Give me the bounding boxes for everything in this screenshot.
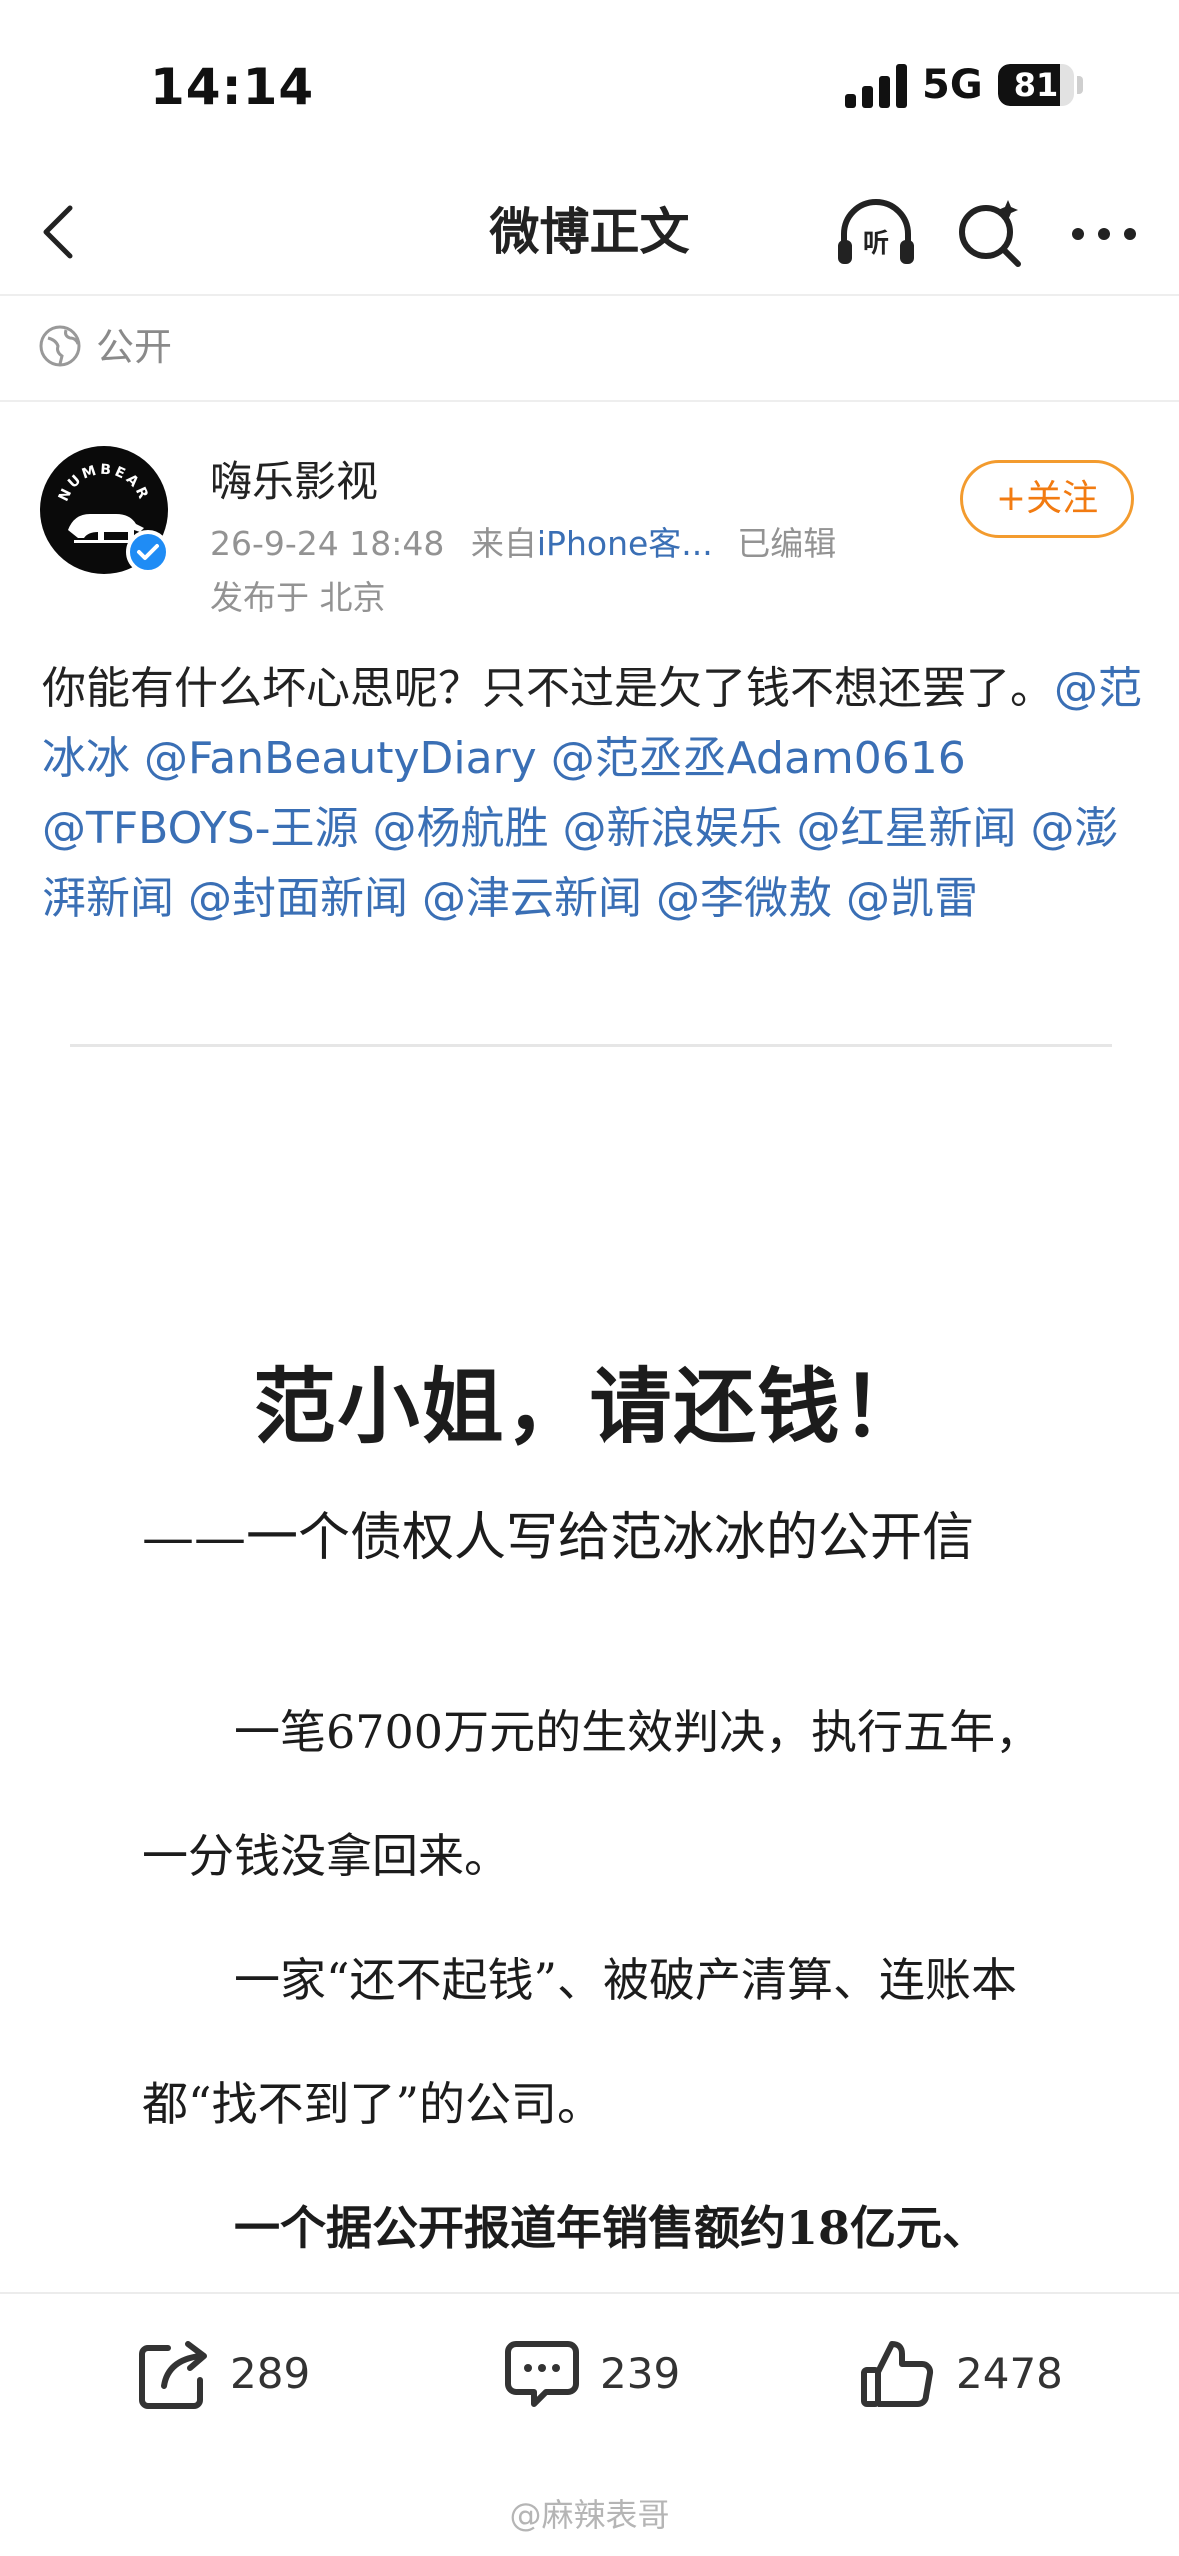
comment-icon <box>505 2341 579 2407</box>
post-text: 你能有什么坏心思呢？只不过是欠了钱不想还罢了。@范冰冰 @FanBeautyDi… <box>42 654 1152 934</box>
mention[interactable]: @津云新闻 <box>422 873 642 924</box>
like-icon <box>861 2341 934 2407</box>
avatar-logo-text: NUMBEAR <box>56 462 150 504</box>
repost-icon <box>139 2341 207 2409</box>
mention[interactable]: @杨航胜 <box>373 803 549 854</box>
verified-badge-icon <box>126 530 170 574</box>
action-toolbar: 289 239 2478 <box>0 2292 1179 2458</box>
letter-paragraph: 一家“还不起钱”、被破产清算、连账本都“找不到了”的公司。 <box>142 1953 1018 2131</box>
source-prefix: 来自 <box>470 524 537 563</box>
visibility-label: 公开 <box>96 325 173 369</box>
status-bar: 14:14 5G 81 <box>0 0 1179 170</box>
listen-icon[interactable]: 听 <box>834 194 918 274</box>
letter-paragraph: 一个据公开报道年销售额约18亿元、 <box>234 2201 989 2255</box>
post-meta: 26-9-24 18:48 来自iPhone客... 已编辑 <box>210 522 836 566</box>
mention[interactable]: @李微敖 <box>656 873 832 924</box>
mention[interactable]: @红星新闻 <box>797 803 1017 854</box>
mention[interactable]: @范丞丞Adam0616 <box>551 733 966 784</box>
divider <box>70 1044 1112 1047</box>
svg-text:NUMBEAR: NUMBEAR <box>56 462 153 504</box>
post-source[interactable]: iPhone客... <box>537 524 713 563</box>
more-icon[interactable] <box>1064 194 1144 274</box>
mention[interactable]: @凯雷 <box>846 873 978 924</box>
nav-bar: 微博正文 听 <box>0 170 1179 296</box>
follow-button[interactable]: +关注 <box>960 460 1134 538</box>
author-name[interactable]: 嗨乐影视 <box>210 456 378 508</box>
mention[interactable]: @新浪娱乐 <box>563 803 783 854</box>
battery-icon: 81 <box>998 64 1074 106</box>
like-button[interactable]: 2478 <box>858 2334 1098 2414</box>
letter-paragraph: 一笔6700万元的生效判决，执行五年，一分钱没拿回来。 <box>142 1705 1042 1883</box>
visibility-row: 公开 <box>0 296 1179 402</box>
post-date: 26-9-24 18:48 <box>210 524 445 563</box>
signal-icon <box>845 64 907 108</box>
comment-count: 239 <box>600 2349 681 2398</box>
mention[interactable]: @FanBeautyDiary <box>144 733 537 784</box>
repost-count: 289 <box>230 2349 311 2398</box>
letter-title: 范小姐，请还钱！ <box>253 1360 926 1455</box>
post-body: 你能有什么坏心思呢？只不过是欠了钱不想还罢了。 <box>42 663 1054 714</box>
like-count: 2478 <box>956 2349 1063 2398</box>
letter-subtitle: ——一个债权人写给范冰冰的公开信 <box>142 1508 975 1568</box>
watermark: @麻辣表哥 <box>509 2496 670 2534</box>
post-location: 发布于 北京 <box>210 578 386 617</box>
listen-label: 听 <box>863 229 889 259</box>
battery-level: 81 <box>1013 66 1059 104</box>
network-type: 5G <box>922 62 983 108</box>
battery-tip <box>1077 76 1083 94</box>
globe-icon <box>38 324 82 368</box>
edited-label[interactable]: 已编辑 <box>737 524 836 563</box>
search-icon[interactable] <box>950 194 1030 274</box>
comment-button[interactable]: 239 <box>502 2334 702 2414</box>
repost-button[interactable]: 289 <box>134 2334 334 2414</box>
post-image[interactable]: 范小姐，请还钱！ ——一个债权人写给范冰冰的公开信 一笔6700万元的生效判决，… <box>0 1050 1179 2290</box>
mention[interactable]: @TFBOYS-王源 <box>42 803 359 854</box>
status-time: 14:14 <box>150 58 315 116</box>
mention[interactable]: @封面新闻 <box>188 873 408 924</box>
